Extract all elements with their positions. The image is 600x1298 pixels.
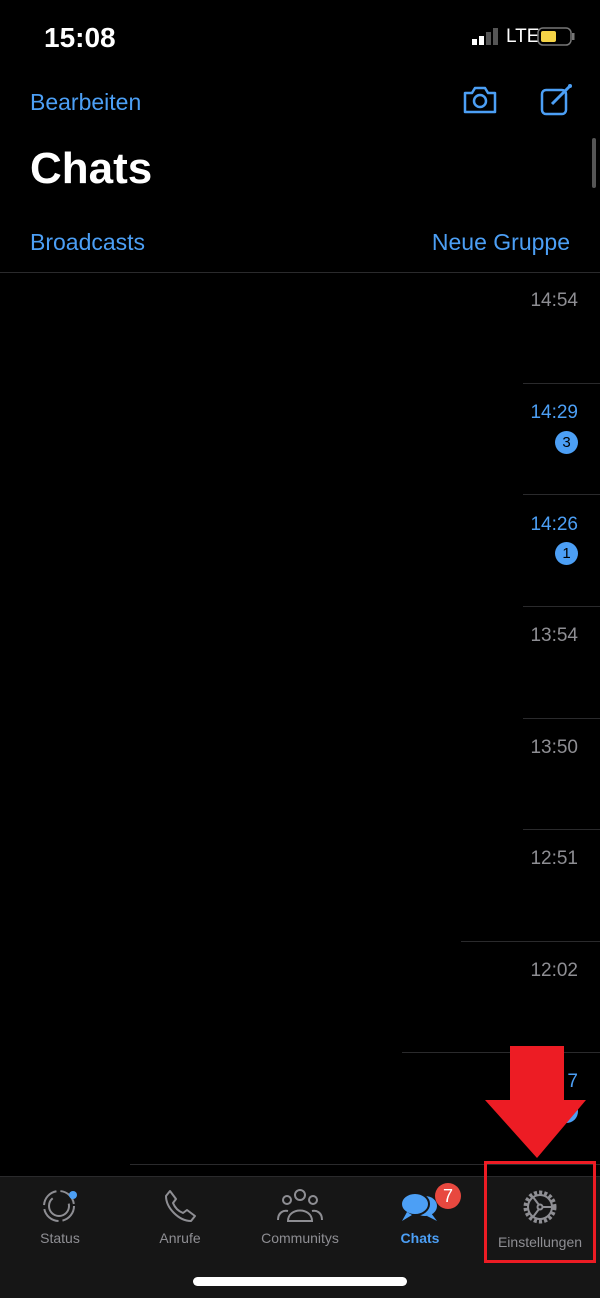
status-time: 15:08 (44, 22, 116, 53)
phone-icon (165, 1190, 196, 1222)
unread-badge: 3 (555, 431, 578, 454)
chat-row[interactable]: 14:54 (0, 273, 600, 383)
scrollbar[interactable] (592, 138, 596, 188)
chat-row[interactable]: 13:50 (0, 719, 600, 829)
annotation-arrow-icon (485, 1046, 586, 1158)
camera-icon[interactable] (462, 84, 498, 116)
chat-time: 13:54 (530, 625, 578, 646)
chat-row[interactable]: 14:29 3 (0, 384, 600, 494)
unread-badge: 1 (555, 542, 578, 565)
chat-time: 12:02 (530, 960, 578, 981)
chat-time: 14:29 (530, 402, 578, 423)
edit-button[interactable]: Bearbeiten (30, 89, 141, 116)
new-group-link[interactable]: Neue Gruppe (432, 229, 570, 256)
chat-time: 13:50 (530, 737, 578, 758)
tab-label: Chats (400, 1230, 440, 1246)
tab-calls[interactable]: Anrufe (120, 1177, 240, 1257)
home-indicator (193, 1277, 407, 1286)
tab-label: Status (40, 1230, 80, 1246)
signal-icon (472, 28, 498, 45)
tab-label: Communitys (261, 1230, 339, 1246)
tab-chats[interactable]: Chats 7 (360, 1177, 480, 1257)
annotation-highlight-box (484, 1161, 596, 1263)
compose-icon[interactable] (540, 82, 574, 116)
tab-label: Anrufe (159, 1230, 201, 1246)
network-type: LTE (506, 26, 540, 47)
broadcasts-link[interactable]: Broadcasts (30, 229, 145, 256)
battery-icon (537, 27, 575, 46)
communities-icon (277, 1189, 323, 1222)
tab-status[interactable]: Status (0, 1177, 120, 1257)
chat-time: 14:26 (530, 514, 578, 535)
chat-row[interactable]: 12:51 (0, 830, 600, 940)
page-title: Chats (30, 144, 153, 193)
status-icon (43, 1190, 77, 1222)
chat-time: 14:54 (530, 290, 578, 311)
chat-row[interactable]: 14:26 1 (0, 495, 600, 605)
chat-row[interactable]: 13:54 (0, 607, 600, 717)
chat-time: 12:51 (530, 848, 578, 869)
chats-badge: 7 (435, 1183, 461, 1209)
tab-communities[interactable]: Communitys (240, 1177, 360, 1257)
chat-row[interactable]: 12:02 (0, 942, 600, 1052)
